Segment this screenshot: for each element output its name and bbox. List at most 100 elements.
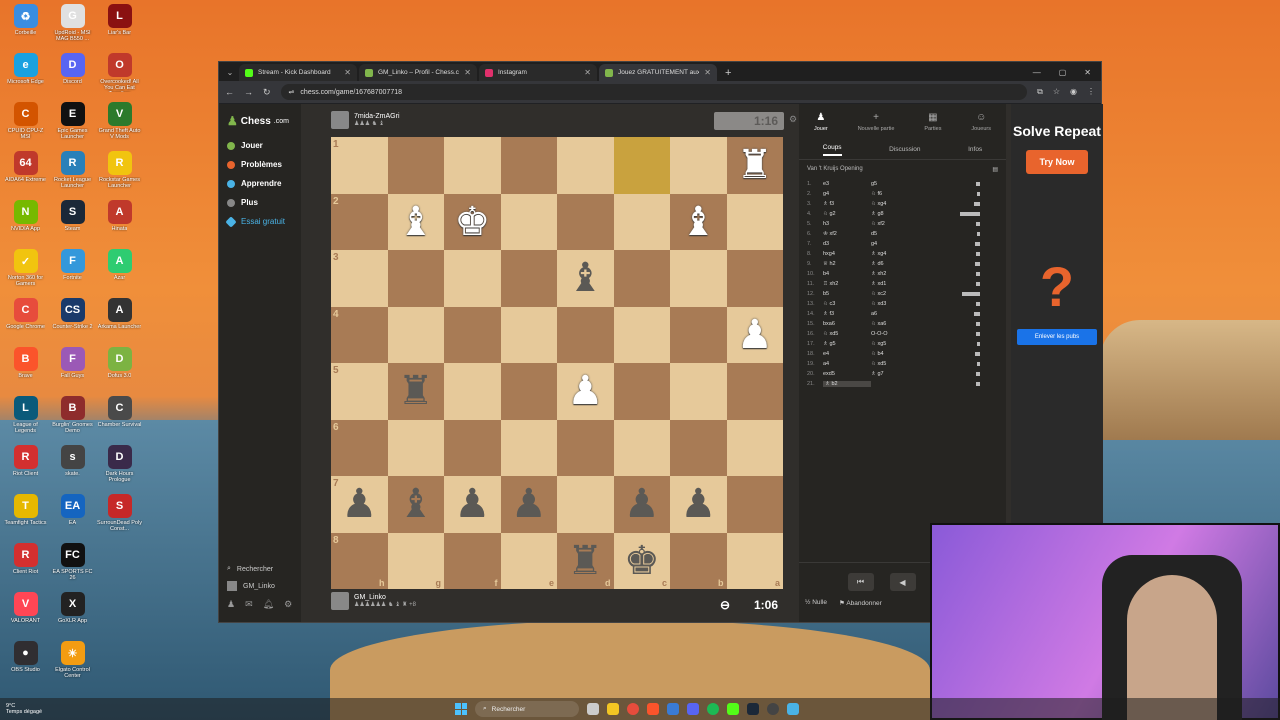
board-square[interactable] — [500, 250, 557, 307]
board-square[interactable] — [387, 250, 444, 307]
black-move[interactable]: ♘ xd5 — [871, 361, 919, 367]
black-rook-piece[interactable]: ♜ — [398, 371, 434, 411]
file-explorer-icon[interactable] — [607, 703, 619, 715]
sidebar-user[interactable]: GM_Linko — [219, 577, 301, 595]
desktop-icon[interactable]: L Liar's Bar — [96, 4, 143, 53]
board-square[interactable] — [726, 419, 783, 476]
chrome-icon[interactable] — [627, 703, 639, 715]
black-move[interactable]: O-O-O — [871, 331, 919, 337]
desktop-icon[interactable]: ☀ Elgato Control Center — [49, 641, 96, 690]
desktop-icon[interactable]: B Burglin' Gnomes Demo — [49, 396, 96, 445]
board-square[interactable]: c ♚ — [613, 532, 670, 589]
desktop-icon[interactable]: R Rockstar Games Launcher — [96, 151, 143, 200]
desktop-icon[interactable]: S SurrounDead Poly Const... — [96, 494, 143, 543]
close-icon[interactable]: ✕ — [1084, 68, 1091, 77]
black-pawn-piece[interactable]: ♟ — [511, 484, 547, 524]
desktop-icon[interactable]: G UpdRoid - MSI MAG B550 ... — [49, 4, 96, 53]
browser-tab[interactable]: Jouez GRATUITEMENT aux ... ✕ — [599, 64, 717, 81]
board-square[interactable]: 5 — [331, 363, 388, 420]
windows-start-icon[interactable] — [455, 703, 467, 715]
weather-widget[interactable]: 9°C Temps dégagé — [6, 703, 86, 715]
steam-icon[interactable] — [747, 703, 759, 715]
brave-icon[interactable] — [647, 703, 659, 715]
board-square[interactable]: 4 — [331, 306, 388, 363]
board-square[interactable]: ♟ — [557, 363, 614, 420]
notifications-icon[interactable]: 🔔︎ — [263, 599, 274, 610]
desktop-icon[interactable]: V VALORANT — [2, 592, 49, 641]
desktop-icon[interactable]: s skate. — [49, 445, 96, 494]
board-square[interactable] — [670, 137, 727, 194]
white-king-piece[interactable]: ♚ — [454, 202, 490, 242]
subtab-0[interactable]: Coups — [822, 144, 842, 156]
black-move[interactable]: a6 — [871, 311, 919, 317]
white-move[interactable]: ♗ b2 — [823, 381, 871, 387]
board-square[interactable] — [726, 363, 783, 420]
board-square[interactable]: ♟ — [500, 476, 557, 533]
black-pawn-piece[interactable]: ♟ — [624, 484, 660, 524]
white-bishop-piece[interactable]: ♝ — [398, 202, 434, 242]
desktop-icon[interactable]: ● OBS Studio — [2, 641, 49, 690]
obs-icon[interactable] — [767, 703, 779, 715]
tab-close-icon[interactable]: ✕ — [344, 68, 351, 77]
chess-board[interactable]: 1 ♜ 2 ♝ ♚ ♝ 3 ♝ 4 ♟ 5 ♜ ♟ 6 7 ♟ ♝ ♟ ♟ ♟ ♟ 8 h g f e d ♜ c ♚ b a — [331, 137, 783, 589]
subtab-1[interactable]: Discussion — [889, 146, 920, 153]
board-square[interactable]: a — [726, 532, 783, 589]
board-square[interactable]: ♝ — [387, 193, 444, 250]
board-square[interactable]: b — [670, 532, 727, 589]
desktop-icon[interactable]: D Dofus 3.0 — [96, 347, 143, 396]
white-move[interactable]: b4 — [823, 271, 871, 277]
white-move[interactable]: ♔ xf2 — [823, 231, 871, 237]
black-move[interactable]: ♘ xf2 — [871, 221, 919, 227]
board-settings-icon[interactable]: ⚙ — [789, 114, 797, 125]
task-view-icon[interactable] — [587, 703, 599, 715]
board-square[interactable] — [670, 419, 727, 476]
new-tab-icon[interactable]: + — [725, 67, 731, 79]
white-move[interactable]: ♖ xh2 — [823, 281, 871, 287]
black-move[interactable]: ♘ xc2 — [871, 291, 919, 297]
browser-tab[interactable]: Instagram ✕ — [479, 64, 597, 81]
resign-button[interactable]: ⚑ Abandonner — [839, 599, 882, 607]
board-square[interactable] — [613, 137, 670, 194]
desktop-icon[interactable]: ♻ Corbeille — [2, 4, 49, 53]
free-trial-link[interactable]: Essai gratuit — [219, 212, 301, 231]
tab-1[interactable]: + Nouvelle partie — [858, 112, 895, 140]
profile-icon[interactable]: ◉ — [1070, 87, 1077, 97]
board-square[interactable] — [726, 193, 783, 250]
white-move[interactable]: ♘ xd5 — [823, 331, 871, 337]
board-square[interactable] — [444, 306, 501, 363]
browser-tab[interactable]: Stream - Kick Dashboard ✕ — [239, 64, 357, 81]
board-square[interactable] — [726, 250, 783, 307]
white-rook-piece[interactable]: ♜ — [737, 145, 773, 185]
black-move[interactable]: g4 — [871, 241, 919, 247]
sidebar-item-1[interactable]: Problèmes — [219, 155, 301, 174]
black-bishop-piece[interactable]: ♝ — [398, 484, 434, 524]
board-square[interactable]: ♟ — [726, 306, 783, 363]
subtab-2[interactable]: Infos — [968, 146, 982, 153]
board-square[interactable]: 7 ♟ — [331, 476, 388, 533]
tab-close-icon[interactable]: ✕ — [584, 68, 591, 77]
white-move[interactable]: a4 — [823, 361, 871, 367]
white-move[interactable]: exd5 — [823, 371, 871, 377]
desktop-icon[interactable]: C Chamber Survival — [96, 396, 143, 445]
board-square[interactable] — [500, 137, 557, 194]
black-move[interactable]: ♗ g8 — [871, 211, 919, 217]
desktop-icon[interactable]: V Grand Theft Auto V Mods — [96, 102, 143, 151]
desktop-icon[interactable]: X GoXLR App — [49, 592, 96, 641]
desktop-icon[interactable]: R Riot Client — [2, 445, 49, 494]
desktop-icon[interactable]: 64 AIDA64 Extreme — [2, 151, 49, 200]
board-square[interactable] — [500, 193, 557, 250]
desktop-icon[interactable]: FC EA SPORTS FC 26 — [49, 543, 96, 592]
white-move[interactable]: e4 — [823, 351, 871, 357]
board-square[interactable] — [387, 137, 444, 194]
tab-close-icon[interactable]: ✕ — [704, 68, 711, 77]
board-square[interactable]: ♜ — [726, 137, 783, 194]
taskbar-search[interactable]: ⌕ Rechercher — [475, 701, 579, 717]
desktop-icon[interactable]: CS Counter-Strike 2 — [49, 298, 96, 347]
sidebar-item-2[interactable]: Apprendre — [219, 174, 301, 193]
desktop-icon[interactable]: D Discord — [49, 53, 96, 102]
board-square[interactable] — [670, 250, 727, 307]
board-square[interactable] — [557, 306, 614, 363]
board-square[interactable] — [444, 137, 501, 194]
black-move[interactable]: ♘ b4 — [871, 351, 919, 357]
white-pawn-piece[interactable]: ♟ — [567, 371, 603, 411]
